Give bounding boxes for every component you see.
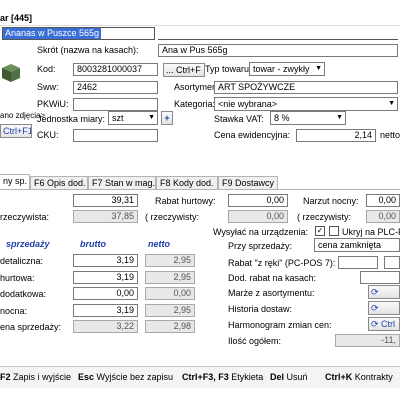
cena-zak-field[interactable]: 39,31 (73, 194, 138, 207)
product-image[interactable] (0, 62, 22, 84)
rzecz-hurt-label: ( rzeczywisty: (145, 212, 199, 222)
chevron-down-icon: ▼ (148, 114, 155, 121)
rzecz-narz-field: 0,00 (366, 210, 400, 223)
footer-shortcut-delete[interactable]: Del Usuń (270, 372, 308, 382)
brutto-field[interactable]: 0,00 (73, 287, 138, 300)
brutto-field[interactable]: 3,19 (73, 254, 138, 267)
rabat-reki-label: Rabat "z ręki" (PC-POS 7): (228, 258, 336, 268)
marze-label: Marże z asortymentu: (228, 288, 315, 298)
cku-field[interactable] (73, 129, 158, 142)
historia-button[interactable]: ⟳ (368, 301, 400, 315)
brutto-field[interactable]: 3,19 (73, 271, 138, 284)
row-label: ena sprzedaży: (0, 322, 62, 332)
ukryj-label: Ukryj na PLC-POS (342, 227, 400, 237)
kod-label: Kod: (37, 64, 56, 74)
wysylac-checkbox[interactable]: ✓ (315, 226, 325, 236)
pkwiu-field[interactable] (73, 98, 158, 111)
footer-shortcut-exit[interactable]: Esc Wyjście bez zapisu (78, 372, 173, 382)
tab-ceny-sp[interactable]: ny sp. (0, 174, 30, 190)
marze-button[interactable]: ⟳ (368, 285, 400, 299)
brutto-field[interactable]: 3,19 (73, 304, 138, 317)
netto-field: 0,00 (145, 287, 195, 300)
ctrlf11-button[interactable]: Ctrl+F11 (0, 124, 32, 138)
sww-field[interactable]: 2462 (73, 81, 158, 94)
rabat-reki-field2[interactable] (384, 256, 400, 269)
przy-sprz-label: Przy sprzedaży: (228, 241, 293, 251)
narzut-field[interactable]: 0,00 (366, 194, 400, 207)
netto-field: 2,98 (145, 320, 195, 333)
skrot-field[interactable]: Ana w Pus 565g (158, 44, 398, 57)
ctrlf-button[interactable]: ... Ctrl+F (163, 63, 205, 77)
row-label: hurtowa: (0, 273, 35, 283)
row-label: dodatkowa: (0, 289, 47, 299)
tab-stan-mag[interactable]: F7 Stan w mag. (88, 176, 156, 190)
brutto-field: 3,22 (73, 320, 138, 333)
dod-rabat-field[interactable] (360, 271, 400, 284)
ilosc-field: -11, (335, 334, 400, 347)
kat-label: Kategoria: (174, 99, 216, 109)
hdr-sprzedazy: sprzedaży (6, 239, 50, 249)
footer-shortcut-save[interactable]: F2 Zapis i wyjście (0, 372, 71, 382)
skrot-label: Skrót (nazwa na kasach): (37, 45, 139, 55)
rzecz-narz-label: ( rzeczywisty: (297, 212, 351, 222)
hdr-netto: netto (148, 239, 170, 249)
cena-ew-label: Cena ewidencyjna: (214, 130, 291, 140)
cku-label: CKU: (37, 130, 59, 140)
rzecz-field: 37,85 (73, 210, 138, 223)
vat-select[interactable]: 8 % ▼ (270, 111, 346, 125)
asort-field[interactable]: ART SPOŻYWCZE (214, 81, 398, 94)
rabat-hurt-label: Rabat hurtowy: (155, 196, 216, 206)
product-cube-icon (2, 64, 20, 82)
netto-field: 2,95 (145, 271, 195, 284)
rabat-reki-field[interactable] (338, 256, 378, 269)
row-label: nocna: (0, 306, 28, 316)
rzecz-label: rzeczywista: (0, 212, 50, 222)
vat-label: Stawka VAT: (214, 114, 264, 124)
tab-dostawcy[interactable]: F9 Dostawcy (218, 176, 278, 190)
harmonogram-button[interactable]: ⟳ Ctrl (368, 317, 400, 331)
search-input[interactable]: Ananas w Puszce 565g (2, 27, 155, 40)
tab-kody-dod[interactable]: F8 Kody dod. (156, 176, 218, 190)
przy-sprz-select[interactable]: cena zamknięta (314, 238, 400, 252)
netto-field: 2,95 (145, 254, 195, 267)
footer-shortcut-contracts[interactable]: Ctrl+K Kontrakty (325, 372, 393, 382)
chevron-down-icon: ▼ (336, 114, 343, 121)
jm-select[interactable]: szt ▼ (108, 111, 158, 125)
tab-opis-dod[interactable]: F6 Opis dod. (30, 176, 88, 190)
wysylac-label: Wysyłać na urządzenia: (213, 227, 308, 237)
tab-divider (0, 189, 400, 190)
typ-select[interactable]: towar - zwykły ▼ (249, 62, 325, 76)
row-label: detaliczna: (0, 256, 44, 266)
title-bar: ar [445] (0, 0, 400, 26)
dod-rabat-label: Dod. rabat na kasach: (228, 273, 317, 283)
kat-select[interactable]: <nie wybrana> ▼ (214, 97, 398, 111)
ilosc-label: Ilość ogółem: (228, 336, 282, 346)
ukryj-checkbox[interactable] (329, 226, 339, 236)
harmonogram-label: Harmonogram zmian cen: (228, 320, 332, 330)
chevron-down-icon: ▼ (315, 65, 322, 72)
narzut-label: Narzut nocny: (303, 196, 359, 206)
jm-label: Jednostka miary: (37, 114, 106, 124)
add-unit-button[interactable]: + (161, 111, 173, 125)
kod-field[interactable]: 8003281000037 (73, 63, 158, 76)
netto-field: 2,95 (145, 304, 195, 317)
rzecz-hurt-field: 0,00 (228, 210, 288, 223)
cena-ew-field[interactable]: 2,14 (296, 129, 376, 142)
chevron-down-icon: ▼ (388, 100, 395, 107)
historia-label: Historia dostaw: (228, 304, 293, 314)
window-title: ar [445] (0, 13, 33, 23)
search-bottom-line (158, 39, 398, 40)
typ-label: Typ towaru: (205, 64, 252, 74)
netto-unit: netto (380, 130, 400, 140)
hdr-brutto: brutto (80, 239, 106, 249)
sww-label: Sww: (37, 82, 59, 92)
footer-shortcut-label[interactable]: Ctrl+F3, F3 Etykieta (182, 372, 263, 382)
pkwiu-label: PKWiU: (37, 99, 69, 109)
rabat-hurt-field[interactable]: 0,00 (228, 194, 288, 207)
